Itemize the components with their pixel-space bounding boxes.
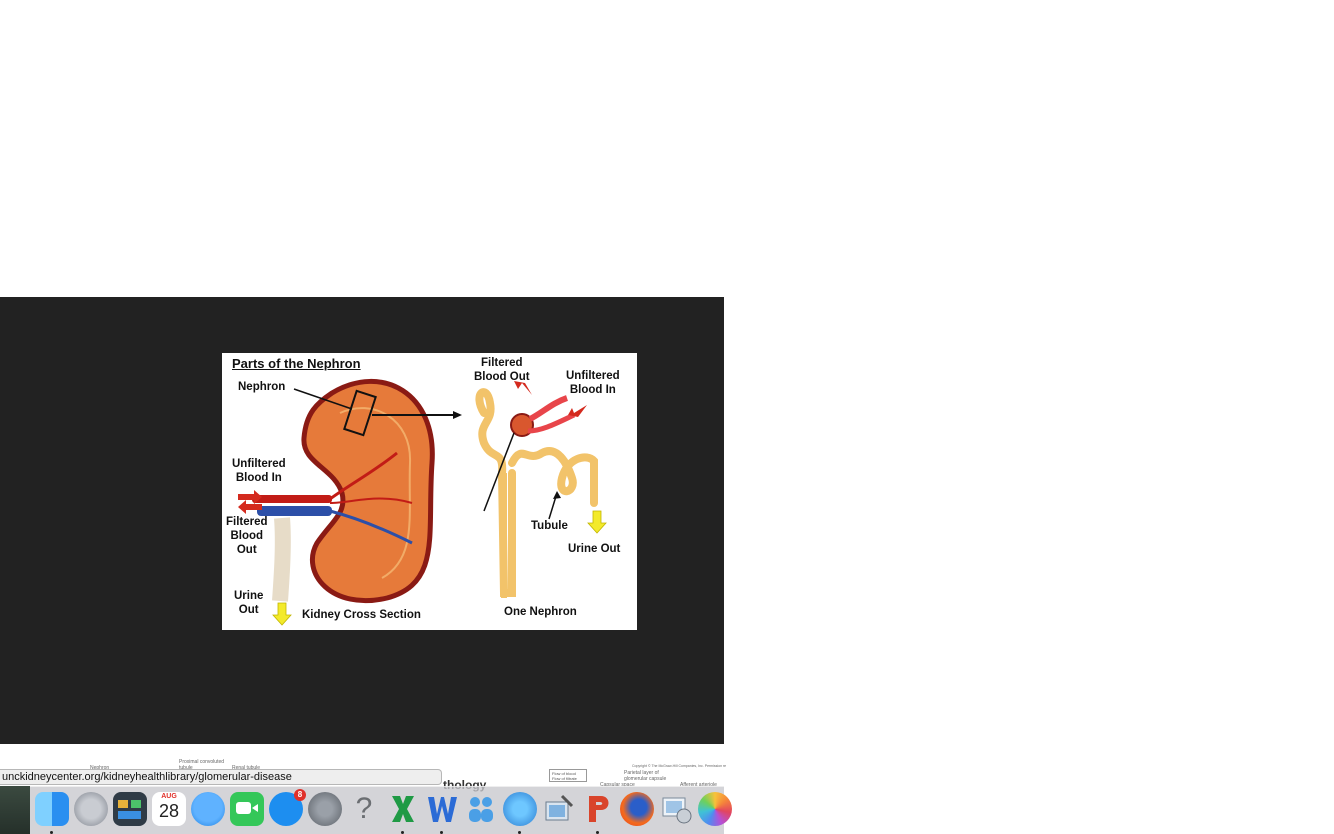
messages-icon[interactable] [191,792,225,826]
firefox-icon[interactable] [620,792,654,826]
calendar-icon[interactable]: AUG 28 [152,792,186,826]
nephron-diagram: Parts of the Nephron Nephron Unfiltered … [222,353,637,630]
one-nephron-illustration [475,381,607,598]
excel-icon[interactable] [386,792,420,834]
facetime-icon[interactable] [230,792,264,826]
calendar-month: AUG [161,793,177,800]
label-filtered-blood-out-top: Filtered Blood Out [474,357,530,383]
app-store-badge: 8 [294,789,306,801]
label-urine-out-right: Urine Out [568,543,621,555]
bg-legend: Flow of blood Flow of filtrate [549,769,587,782]
contacts-icon[interactable] [464,792,498,826]
photos-icon[interactable] [698,792,732,826]
system-preferences-icon[interactable] [308,792,342,826]
mission-control-icon[interactable] [113,792,147,826]
status-bar-url: unckidneycenter.org/kidneyhealthlibrary/… [0,769,442,785]
label-one-nephron: One Nephron [504,606,577,618]
image-capture-icon[interactable] [659,792,693,826]
preview-icon[interactable] [542,792,576,826]
desktop-wallpaper [0,786,30,834]
label-filtered-blood-out-left: Filtered Blood Out [226,516,268,556]
calendar-day: 28 [158,801,180,821]
label-kidney-cross-section: Kidney Cross Section [302,609,421,621]
label-unfiltered-blood-in-left: Unfiltered Blood In [232,458,286,484]
label-urine-out-left: Urine Out [234,590,264,616]
label-unfiltered-blood-in-right: Unfiltered Blood In [566,370,620,396]
bg-copyright: Copyright © The McGraw-Hill Companies, I… [632,764,727,768]
dock: AUG 28 8 ? [30,786,732,834]
app-store-icon[interactable]: 8 [269,789,306,826]
finder-icon[interactable] [35,792,69,834]
label-tubule: Tubule [531,520,568,532]
label-nephron: Nephron [238,381,286,393]
launchpad-icon[interactable] [74,792,108,826]
powerpoint-icon[interactable] [581,792,615,834]
word-icon[interactable] [425,792,459,834]
image-viewer[interactable]: Parts of the Nephron Nephron Unfiltered … [0,297,724,744]
bg-label: Parietal layer of glomerular capsule [624,770,667,782]
help-icon[interactable]: ? [347,792,381,826]
network-icon[interactable] [503,792,537,834]
